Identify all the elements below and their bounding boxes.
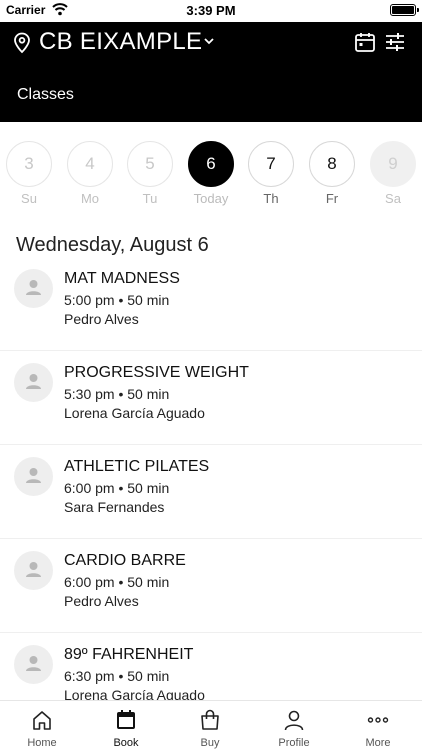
filter-icon[interactable]	[384, 31, 406, 53]
day-number: 6	[188, 141, 234, 187]
tab-buy[interactable]: Buy	[168, 701, 252, 750]
class-instructor: Pedro Alves	[64, 311, 139, 327]
class-name: PROGRESSIVE WEIGHT	[64, 364, 249, 381]
avatar	[14, 363, 53, 402]
day-label: Tu	[142, 191, 158, 206]
location-pin-icon	[14, 32, 30, 54]
class-time: 6:00 pm • 50 min	[64, 574, 170, 590]
date-picker: 3 Su 4 Mo 5 Tu 6 Today 7 Th 8 Fr 9 Sa	[0, 122, 422, 214]
tab-home[interactable]: Home	[0, 701, 84, 750]
class-instructor: Lorena García Aguado	[64, 687, 205, 700]
avatar	[14, 551, 53, 590]
day-number: 4	[67, 141, 113, 187]
home-icon	[33, 711, 51, 730]
chevron-down-icon[interactable]	[203, 36, 215, 46]
day-number: 5	[127, 141, 173, 187]
tab-profile[interactable]: Profile	[252, 701, 336, 750]
status-time: 3:39 PM	[186, 3, 236, 18]
date-heading: Wednesday, August 6	[16, 234, 209, 256]
class-list: MAT MADNESS 5:00 pm • 50 min Pedro Alves…	[0, 258, 422, 700]
class-instructor: Lorena García Aguado	[64, 405, 205, 421]
person-placeholder-icon	[26, 562, 41, 577]
class-time: 5:00 pm • 50 min	[64, 292, 170, 308]
tab-label: Home	[27, 737, 57, 749]
tab-more[interactable]: More	[336, 701, 420, 750]
day-tuesday[interactable]: 5 Tu	[127, 141, 173, 206]
day-label: Su	[21, 191, 37, 206]
day-label: Sa	[385, 191, 401, 206]
class-row[interactable]: MAT MADNESS 5:00 pm • 50 min Pedro Alves	[0, 258, 422, 351]
status-bar: Carrier 3:39 PM	[0, 0, 422, 22]
day-number: 9	[370, 141, 416, 187]
day-number: 3	[6, 141, 52, 187]
day-saturday[interactable]: 9 Sa	[370, 141, 416, 206]
class-name: MAT MADNESS	[64, 270, 180, 287]
class-instructor: Sara Fernandes	[64, 499, 165, 515]
class-row[interactable]: 89º FAHRENHEIT 6:30 pm • 50 min Lorena G…	[0, 634, 422, 700]
day-sunday[interactable]: 3 Su	[6, 141, 52, 206]
day-number: 7	[248, 141, 294, 187]
day-number: 8	[309, 141, 355, 187]
more-icon	[367, 717, 389, 723]
person-placeholder-icon	[26, 468, 41, 483]
class-instructor: Pedro Alves	[64, 593, 139, 609]
shopping-bag-icon	[201, 709, 219, 730]
day-label: Th	[263, 191, 279, 206]
avatar	[14, 645, 53, 684]
avatar	[14, 269, 53, 308]
class-row[interactable]: ATHLETIC PILATES 6:00 pm • 50 min Sara F…	[0, 446, 422, 539]
class-row[interactable]: CARDIO BARRE 6:00 pm • 50 min Pedro Alve…	[0, 540, 422, 633]
day-label: Today	[193, 191, 229, 206]
class-name: 89º FAHRENHEIT	[64, 646, 194, 663]
class-time: 6:00 pm • 50 min	[64, 480, 170, 496]
day-label: Fr	[325, 191, 339, 206]
day-friday[interactable]: 8 Fr	[309, 141, 355, 206]
tab-label: More	[365, 737, 391, 749]
person-icon	[284, 710, 304, 731]
avatar	[14, 457, 53, 496]
location-selector[interactable]: CB EIXAMPLE	[39, 28, 202, 56]
person-placeholder-icon	[26, 374, 41, 389]
tab-bar: Home Book Buy Profile More	[0, 700, 422, 750]
day-today[interactable]: 6 Today	[188, 141, 234, 206]
person-placeholder-icon	[26, 280, 41, 295]
day-thursday[interactable]: 7 Th	[248, 141, 294, 206]
day-monday[interactable]: 4 Mo	[67, 141, 113, 206]
battery-icon	[390, 4, 419, 16]
person-placeholder-icon	[26, 656, 41, 671]
class-time: 5:30 pm • 50 min	[64, 386, 170, 402]
page-title: Classes	[17, 86, 74, 103]
class-name: ATHLETIC PILATES	[64, 458, 210, 475]
class-row[interactable]: PROGRESSIVE WEIGHT 5:30 pm • 50 min Lore…	[0, 352, 422, 445]
tab-label: Buy	[200, 737, 220, 749]
tab-book[interactable]: Book	[84, 701, 168, 750]
class-name: CARDIO BARRE	[64, 552, 186, 569]
header: CB EIXAMPLE Classes	[0, 22, 422, 122]
calendar-icon[interactable]	[354, 31, 376, 53]
tab-label: Book	[113, 737, 139, 749]
calendar-icon	[117, 710, 135, 729]
day-label: Mo	[80, 191, 100, 206]
class-time: 6:30 pm • 50 min	[64, 668, 170, 684]
tab-label: Profile	[278, 737, 310, 749]
